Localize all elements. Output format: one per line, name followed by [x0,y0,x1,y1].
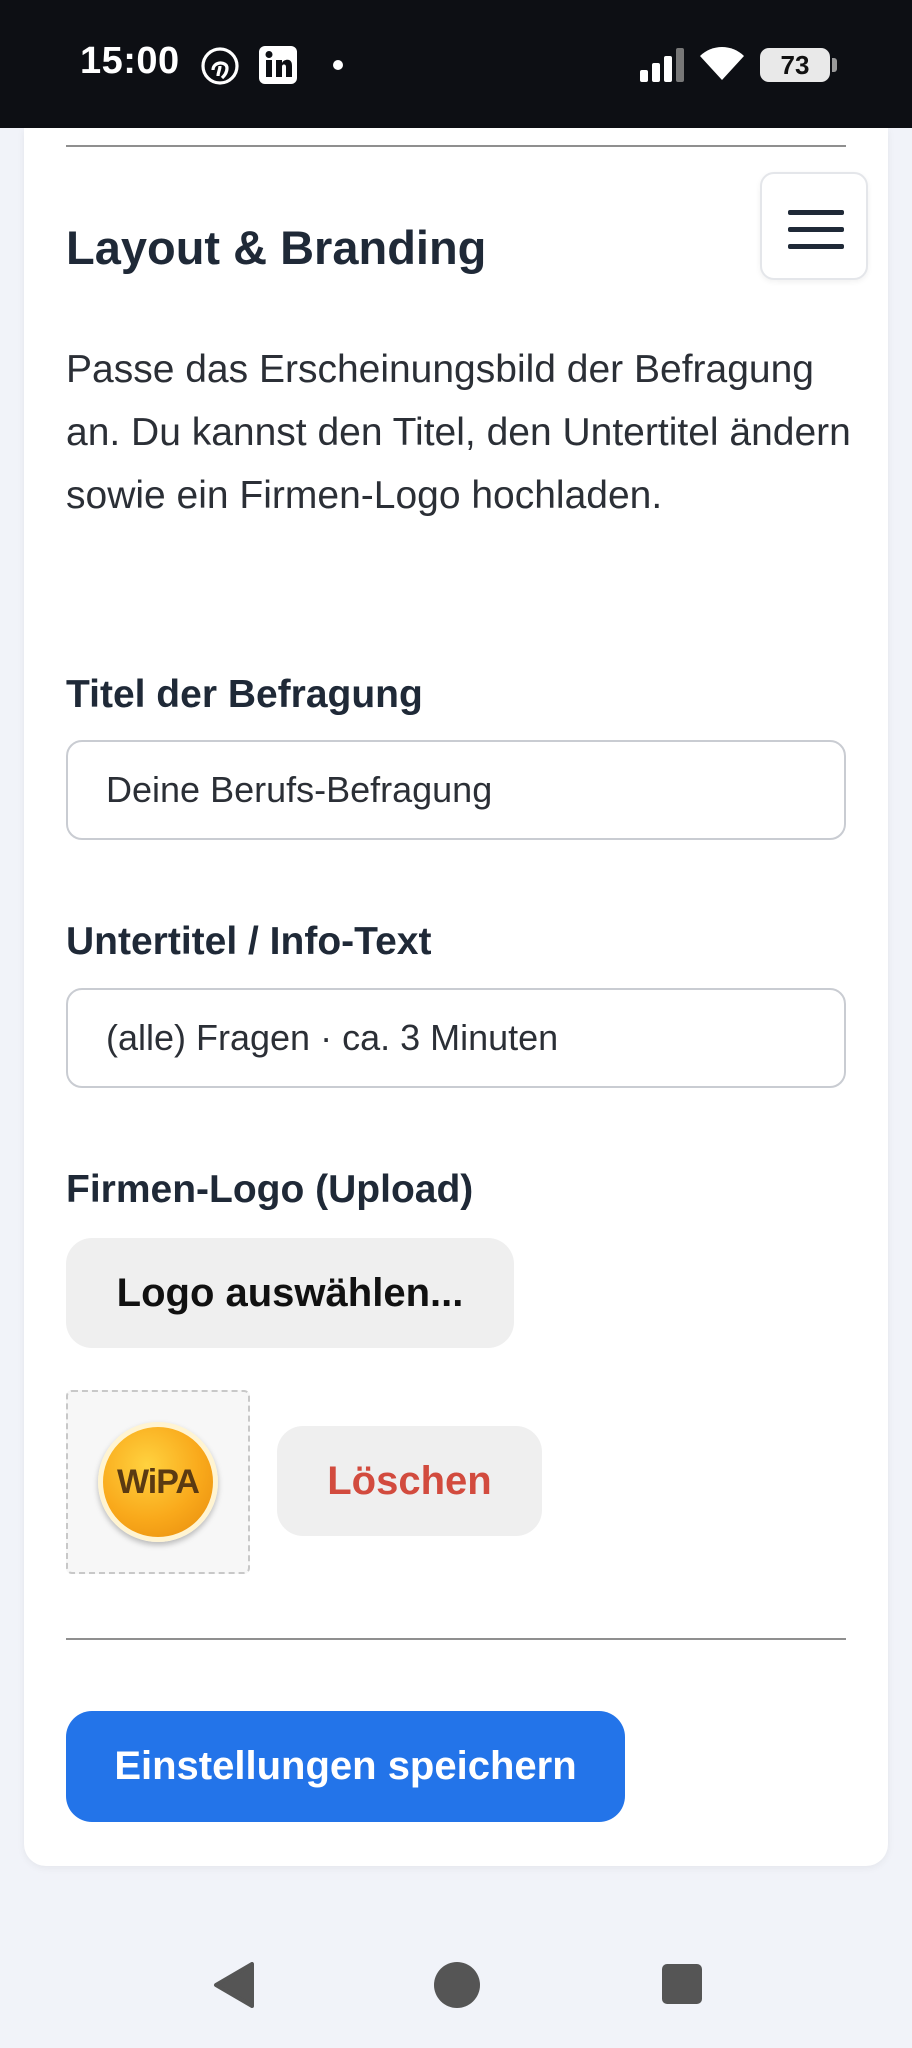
logo-text: WiPA [117,1463,200,1501]
delete-logo-button[interactable]: Löschen [277,1426,542,1536]
logo-preview: WiPA [66,1390,250,1574]
status-bar: 15:00 73 [0,0,912,128]
linkedin-icon [259,46,297,84]
fingerprint-icon [200,46,240,86]
logo-upload-label: Firmen-Logo (Upload) [66,1168,474,1211]
title-input[interactable] [66,740,846,840]
choose-logo-button[interactable]: Logo auswählen... [66,1238,514,1348]
status-time: 15:00 [80,40,180,82]
dot-icon [333,60,343,70]
subtitle-label: Untertitel / Info-Text [66,920,432,963]
back-icon[interactable] [212,1962,256,2013]
signal-icon [640,48,686,82]
section-heading: Layout & Branding [66,221,487,274]
section-description: Passe das Erscheinungsbild der Befragung… [66,348,851,517]
wifi-icon [699,46,745,82]
home-icon[interactable] [434,1962,480,2008]
recents-icon[interactable] [662,1964,702,2004]
divider [66,145,846,147]
menu-icon [788,210,844,215]
company-logo: WiPA [98,1422,218,1542]
menu-icon-bar [788,227,844,232]
save-settings-button[interactable]: Einstellungen speichern [66,1711,625,1822]
menu-icon-bar [788,244,844,249]
title-label: Titel der Befragung [66,673,423,716]
hamburger-menu-button[interactable] [760,172,868,280]
divider [66,1638,846,1640]
subtitle-input[interactable] [66,988,846,1088]
battery-icon: 73 [760,48,837,82]
